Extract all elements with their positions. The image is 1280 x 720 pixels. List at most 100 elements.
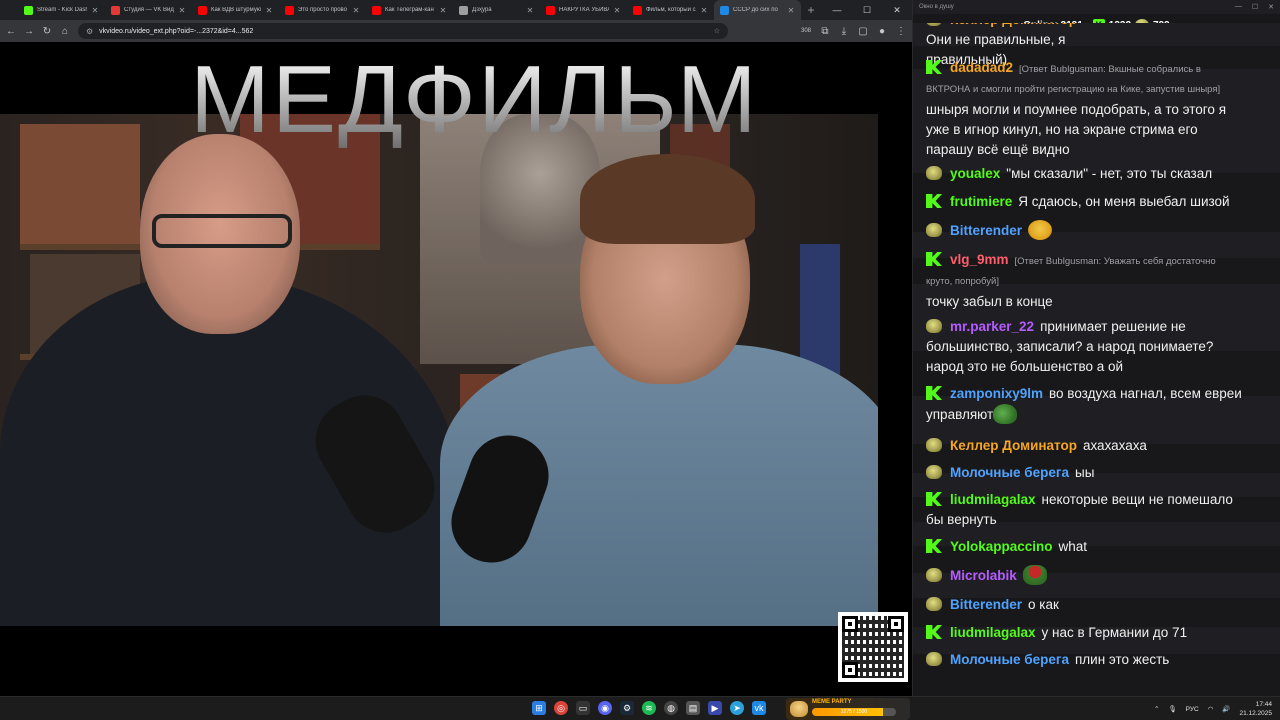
chat-username[interactable]: Microlabik: [950, 568, 1017, 583]
tab-1[interactable]: Студия — VK Видео ✕: [105, 0, 192, 20]
pepe-badge-icon: [926, 652, 942, 666]
tab-4[interactable]: Как Телеграм-кан ✕: [366, 0, 453, 20]
chat-username[interactable]: dadadad2: [950, 60, 1013, 75]
reload-icon[interactable]: ↻: [42, 26, 52, 37]
chat-username[interactable]: Келлер Доминатор: [950, 23, 1077, 27]
tab-close-icon[interactable]: ✕: [91, 6, 99, 15]
kick-badge-icon: [926, 539, 942, 553]
meme-avatar-icon: [790, 701, 808, 717]
vk-icon[interactable]: vk: [752, 701, 766, 715]
pepe-badge-icon: [926, 438, 942, 452]
tab-3[interactable]: Это просто прово ✕: [279, 0, 366, 20]
tab-8[interactable]: СССР до сих по ✕: [714, 0, 801, 20]
tab-close-icon[interactable]: ✕: [178, 6, 186, 15]
kick-badge-icon: [926, 60, 942, 74]
chat-message: Молочные берега плин это жесть: [926, 650, 1279, 670]
meme-party-widget[interactable]: MEME PARTY 1275 / 1500: [786, 698, 910, 720]
chat-username[interactable]: youalex: [950, 166, 1000, 181]
tab-close-icon[interactable]: ✕: [613, 6, 621, 15]
extension-badge[interactable]: 308: [801, 28, 811, 34]
tab-close-icon[interactable]: ✕: [526, 6, 534, 15]
chat-username[interactable]: Yolokappaccino: [950, 539, 1053, 554]
chat-username[interactable]: Bitterender: [950, 597, 1022, 612]
microphone-icon[interactable]: 🎙: [1168, 705, 1176, 713]
video-player[interactable]: МЕДФИЛЬМ: [0, 42, 912, 696]
system-tray: ⌃ 🎙 РУС ◠ 🔊 17:44 21.12.2025: [1154, 697, 1272, 720]
chat-username[interactable]: Келлер Доминатор: [950, 438, 1077, 453]
bookmark-star-icon[interactable]: ☆: [714, 27, 720, 35]
chat-message: vlg_9mm [Ответ Bublgusman: Уважать себя д…: [926, 250, 1279, 312]
address-bar[interactable]: ⚙ vkvideo.ru/video_ext.php?oid=-...2372&…: [78, 23, 728, 39]
media-player-icon[interactable]: ▶: [708, 701, 722, 715]
explorer-icon[interactable]: ▭: [576, 701, 590, 715]
obs-icon[interactable]: ◍: [664, 701, 678, 715]
tab-title: СССР до сих по: [733, 7, 778, 13]
tab-favicon-icon: [111, 5, 120, 15]
chat-username[interactable]: Bitterender: [950, 223, 1022, 238]
chat-username[interactable]: frutimiere: [950, 194, 1012, 209]
chat-message-list[interactable]: Келлер ДоминаторОни не правильные, яправ…: [913, 23, 1280, 696]
tab-6[interactable]: НАКРУТКА УБИВАЕ ✕: [540, 0, 627, 20]
chat-username[interactable]: liudmilagalax: [950, 492, 1036, 507]
chat-username[interactable]: vlg_9mm: [950, 252, 1009, 267]
chat-text: парашу всё ещё видно: [926, 142, 1070, 157]
start-icon[interactable]: ⊞: [532, 701, 546, 715]
tab-title: Студия — VK Видео: [124, 7, 174, 13]
telegram-icon[interactable]: ➤: [730, 701, 744, 715]
chat-text: ыы: [1074, 465, 1095, 480]
close-icon[interactable]: ✕: [882, 0, 912, 20]
tab-close-icon[interactable]: ✕: [787, 6, 795, 15]
chat-text: уже в игнор кинул, но на экране стрима е…: [926, 122, 1198, 137]
tab-7[interactable]: Фильм, который с ✕: [627, 0, 714, 20]
tray-chevron-icon[interactable]: ⌃: [1154, 705, 1159, 713]
back-icon[interactable]: ←: [6, 26, 16, 37]
chat-username[interactable]: mr.parker_22: [950, 319, 1034, 334]
steam-icon[interactable]: ⚙: [620, 701, 634, 715]
chat-text: Они не правильные, я: [926, 32, 1066, 47]
new-tab-button[interactable]: +: [801, 3, 821, 17]
chat-message: Microlabik: [926, 565, 1279, 586]
qr-finder: [842, 662, 858, 678]
wifi-icon[interactable]: ◠: [1208, 705, 1214, 713]
tab-favicon-icon: [372, 5, 381, 15]
chat-window: Окно в душу — ☐ ✕ Online: 2131 K 1332 79…: [912, 0, 1280, 696]
tab-close-icon[interactable]: ✕: [265, 6, 273, 15]
clock[interactable]: 17:44 21.12.2025: [1239, 700, 1272, 718]
volume-icon[interactable]: 🔊: [1222, 705, 1230, 713]
profile-icon[interactable]: ●: [877, 26, 887, 37]
chat-username[interactable]: Молочные берега: [950, 465, 1069, 480]
site-info-icon[interactable]: ⚙: [86, 27, 93, 36]
download-icon[interactable]: ⤓: [839, 26, 849, 37]
tab-5[interactable]: Дзҳура ✕: [453, 0, 540, 20]
tab-close-icon[interactable]: ✕: [439, 6, 447, 15]
chat-window-title: Окно в душу: [919, 4, 954, 10]
tab-close-icon[interactable]: ✕: [700, 6, 708, 15]
tab-favicon-icon: [633, 5, 642, 15]
forward-icon[interactable]: →: [24, 26, 34, 37]
screen: Stream - Kick Dashb✕Студия — VK Видео✕Ка…: [0, 0, 1280, 720]
minimize-icon[interactable]: —: [1235, 3, 1242, 11]
sidepanel-icon[interactable]: ▢: [858, 26, 868, 37]
chrome-icon[interactable]: ◎: [554, 701, 568, 715]
tab-2[interactable]: Как ВДВ штурмуют ✕: [192, 0, 279, 20]
tab-0[interactable]: Stream - Kick Dashb ✕: [18, 0, 105, 20]
app-icon[interactable]: ▤: [686, 701, 700, 715]
minimize-icon[interactable]: —: [822, 0, 852, 20]
lang-indicator[interactable]: РУС: [1186, 706, 1199, 713]
chat-username[interactable]: zamponixy9lm: [950, 386, 1043, 401]
chat-username[interactable]: liudmilagalax: [950, 625, 1036, 640]
tab-close-icon[interactable]: ✕: [352, 6, 360, 15]
home-icon[interactable]: ⌂: [60, 26, 70, 37]
chat-reply-quote: [Ответ Bublgusman: Уважать себя достаточ…: [1014, 256, 1216, 267]
maximize-icon[interactable]: ☐: [1252, 3, 1258, 11]
tab-title: Как Телеграм-кан: [385, 7, 434, 13]
discord-icon[interactable]: ◉: [598, 701, 612, 715]
extensions-icon[interactable]: ⧉: [820, 26, 830, 37]
menu-icon[interactable]: ⋮: [896, 26, 906, 37]
spotify-icon[interactable]: ≋: [642, 701, 656, 715]
chat-titlebar: Окно в душу — ☐ ✕: [913, 0, 1280, 14]
tab-favicon-icon: [198, 5, 207, 15]
chat-username[interactable]: Молочные берега: [950, 652, 1069, 667]
close-icon[interactable]: ✕: [1268, 3, 1274, 11]
maximize-icon[interactable]: ☐: [852, 0, 882, 20]
